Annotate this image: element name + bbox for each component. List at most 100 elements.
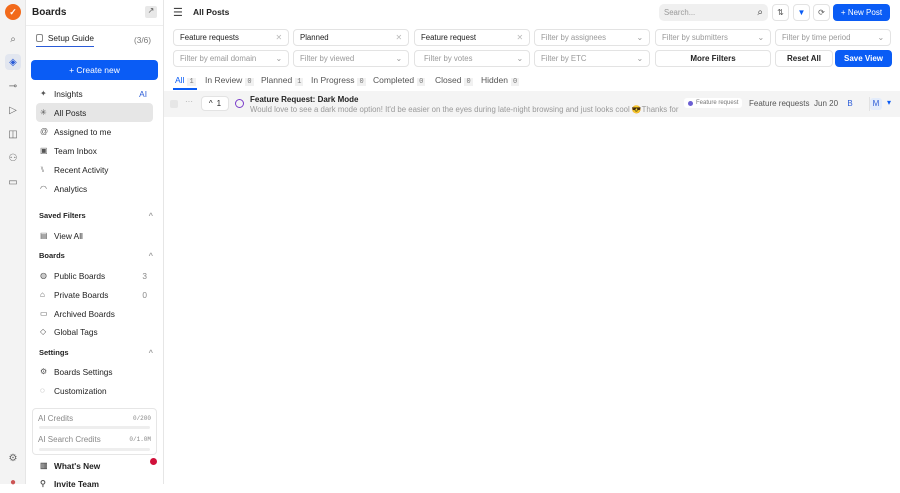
tab-in-progress[interactable]: In Progress 0 bbox=[311, 75, 366, 86]
ai-credits-value: 0/200 bbox=[132, 415, 151, 422]
chevron-down-icon: ⌄ bbox=[877, 33, 884, 42]
label: Private Boards bbox=[54, 289, 109, 300]
setup-guide-label: Setup Guide bbox=[47, 33, 94, 43]
post-row[interactable]: ··· ^ 1 Feature Request: Dark Mode Would … bbox=[164, 91, 900, 117]
ai-badge: AI bbox=[139, 88, 147, 99]
sidebar-item-private-boards[interactable]: ⌂ Private Boards 0 bbox=[36, 285, 153, 304]
tab-completed[interactable]: Completed 0 bbox=[373, 75, 426, 86]
tag-filter[interactable]: Feature request ✕ bbox=[414, 29, 530, 46]
sidebar-item-team-inbox[interactable]: ▣ Team Inbox bbox=[36, 141, 153, 160]
sidebar-item-assigned[interactable]: @ Assigned to me bbox=[36, 122, 153, 141]
clear-icon[interactable]: ✕ bbox=[395, 33, 402, 42]
assignee-avatar[interactable]: M bbox=[870, 98, 882, 110]
logo-icon[interactable]: ✓ bbox=[5, 4, 21, 20]
search-icon[interactable]: ⌕ bbox=[5, 31, 21, 47]
boards-section[interactable]: Boards ^ bbox=[39, 251, 153, 260]
whats-new-item[interactable]: ▥ What's New bbox=[36, 456, 153, 475]
sidebar-item-recent-activity[interactable]: ⑊ Recent Activity bbox=[36, 160, 153, 179]
settings-section[interactable]: Settings ^ bbox=[39, 348, 153, 357]
sidebar-item-archived-boards[interactable]: ▭ Archived Boards bbox=[36, 304, 153, 323]
chevron-down-icon: ⌄ bbox=[636, 33, 643, 42]
label: Global Tags bbox=[54, 326, 98, 337]
active-tab-underline bbox=[173, 88, 197, 90]
sort-button[interactable]: ⇅ bbox=[772, 4, 789, 21]
placeholder: Filter by time period bbox=[782, 33, 851, 42]
board-filter[interactable]: Feature requests ✕ bbox=[173, 29, 289, 46]
search-input[interactable]: Search... ⌕ bbox=[659, 4, 768, 21]
sidebar-item-view-all[interactable]: ▤ View All bbox=[36, 226, 153, 245]
placeholder: Filter by email domain bbox=[180, 54, 257, 63]
email-domain-filter[interactable]: Filter by email domain ⌄ bbox=[173, 50, 289, 67]
ai-search-credits-value: 0/1.0M bbox=[129, 436, 151, 443]
menu-icon[interactable]: ☰ bbox=[173, 6, 183, 19]
roadmap-icon[interactable]: ⊸ bbox=[5, 78, 21, 94]
chevron-down-icon: ⌄ bbox=[275, 54, 282, 63]
etc-filter[interactable]: Filter by ETC ⌄ bbox=[534, 50, 650, 67]
tab-closed[interactable]: Closed 0 bbox=[435, 75, 473, 86]
label: Insights bbox=[54, 88, 83, 99]
chevron-down-icon: ⌄ bbox=[757, 33, 764, 42]
row-checkbox[interactable] bbox=[170, 100, 178, 108]
label: In Review bbox=[205, 75, 243, 85]
new-post-button[interactable]: + New Post bbox=[833, 4, 890, 21]
boards-icon[interactable]: ◈ bbox=[5, 54, 21, 70]
reset-all-button[interactable]: Reset All bbox=[775, 50, 833, 67]
save-view-button[interactable]: Save View bbox=[835, 50, 892, 67]
count: 0 bbox=[245, 78, 254, 86]
pin-icon[interactable]: ▾ bbox=[887, 98, 891, 107]
status-filter[interactable]: Planned ✕ bbox=[293, 29, 409, 46]
count: 0 bbox=[510, 78, 520, 86]
changelog-icon[interactable]: ▷ bbox=[5, 102, 21, 118]
chat-icon[interactable]: ▭ bbox=[5, 174, 21, 190]
tab-planned[interactable]: Planned 1 bbox=[261, 75, 304, 86]
label: Closed bbox=[435, 75, 462, 85]
rss-icon: ⑊ bbox=[40, 165, 45, 174]
refresh-button[interactable]: ⟳ bbox=[813, 4, 830, 21]
placeholder: Filter by assignees bbox=[541, 33, 607, 42]
create-new-button[interactable]: + Create new bbox=[31, 60, 158, 80]
assignees-filter[interactable]: Filter by assignees ⌄ bbox=[534, 29, 650, 46]
setup-guide-tab[interactable]: Setup Guide bbox=[36, 33, 94, 47]
sidebar-item-analytics[interactable]: ◠ Analytics bbox=[36, 179, 153, 198]
sidebar-item-boards-settings[interactable]: ⚙ Boards Settings bbox=[36, 362, 153, 381]
chevron-down-icon: ⌄ bbox=[636, 54, 643, 63]
sidebar-item-public-boards[interactable]: ◍ Public Boards 3 bbox=[36, 266, 153, 285]
sidebar-item-global-tags[interactable]: ◇ Global Tags bbox=[36, 322, 153, 341]
ai-credits-bar bbox=[39, 426, 150, 429]
label: Hidden bbox=[481, 75, 508, 85]
more-icon[interactable]: ··· bbox=[185, 97, 193, 106]
label: Customization bbox=[54, 385, 107, 396]
filter-button[interactable]: ▼ bbox=[793, 4, 810, 21]
sidebar-item-customization[interactable]: ◌ Customization bbox=[36, 381, 153, 400]
label: Completed bbox=[373, 75, 415, 85]
status-icon bbox=[235, 99, 244, 108]
sidebar-item-insights[interactable]: ✦ Insights AI bbox=[36, 84, 153, 103]
clear-icon[interactable]: ✕ bbox=[275, 33, 282, 42]
tab-all[interactable]: All 1 bbox=[175, 75, 196, 86]
docs-icon[interactable]: ◫ bbox=[5, 126, 21, 142]
clear-icon[interactable]: ✕ bbox=[516, 33, 523, 42]
lock-icon: ⌂ bbox=[40, 290, 45, 299]
avatar[interactable]: ● bbox=[5, 474, 21, 490]
more-filters-button[interactable]: More Filters bbox=[655, 50, 771, 67]
sparkle-icon: ✦ bbox=[40, 89, 47, 98]
users-icon[interactable]: ⚇ bbox=[5, 150, 21, 166]
votes-filter[interactable]: Filter by votes ⌄ bbox=[414, 50, 530, 67]
saved-filters-section[interactable]: Saved Filters ^ bbox=[39, 211, 153, 220]
submitters-filter[interactable]: Filter by submitters ⌄ bbox=[655, 29, 771, 46]
viewed-filter[interactable]: Filter by viewed ⌄ bbox=[293, 50, 409, 67]
sidebar: Boards ↗ Setup Guide (3/6) + Create new … bbox=[26, 0, 164, 489]
sidebar-item-all-posts[interactable]: ✳ All Posts bbox=[36, 103, 153, 122]
tab-in-review[interactable]: In Review 0 bbox=[205, 75, 254, 86]
placeholder: Filter by viewed bbox=[300, 54, 355, 63]
gear-icon: ⚙ bbox=[40, 367, 48, 376]
placeholder: Filter by submitters bbox=[662, 33, 728, 42]
upvote-button[interactable]: ^ 1 bbox=[201, 96, 229, 111]
settings-icon[interactable]: ⚙ bbox=[5, 450, 21, 466]
post-title[interactable]: Feature Request: Dark Mode bbox=[250, 95, 358, 104]
collapse-icon[interactable]: ↗ bbox=[145, 6, 157, 18]
label: What's New bbox=[54, 460, 101, 471]
time-period-filter[interactable]: Filter by time period ⌄ bbox=[775, 29, 891, 46]
tab-hidden[interactable]: Hidden 0 bbox=[481, 75, 520, 86]
tag-badge: Feature request bbox=[684, 98, 743, 108]
